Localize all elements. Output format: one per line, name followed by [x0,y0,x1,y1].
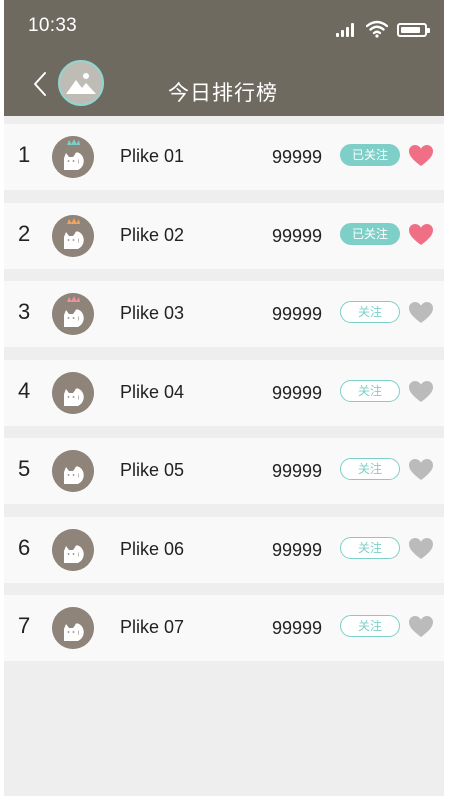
follow-button[interactable]: 关注 [340,458,400,480]
ranking-row[interactable]: 4 Plike 04 99999 关注 [4,359,444,426]
cat-avatar-icon [52,450,94,492]
user-avatar[interactable] [52,293,94,335]
cat-avatar-icon [52,214,94,257]
user-name: Plike 04 [120,381,185,402]
cat-avatar-icon [52,607,94,649]
rank-number: 3 [18,299,31,324]
user-avatar[interactable] [52,450,94,492]
ranking-row[interactable]: 5 Plike 05 99999 关注 [4,438,444,504]
status-time: 10:33 [28,15,78,36]
user-name: Plike 07 [120,617,185,637]
user-name: Plike 03 [120,303,185,323]
follow-button[interactable]: 关注 [340,536,400,559]
chevron-left-icon [34,72,46,96]
phone-screen: 10:33 今日排行榜 1 Plike 01 99999 已关注 2 Plike… [4,0,444,796]
follow-button[interactable]: 关注 [340,379,400,402]
user-avatar[interactable] [52,528,94,571]
heart-icon[interactable] [408,537,434,561]
rank-number: 4 [18,377,31,403]
wifi-icon [365,20,389,38]
ranking-row[interactable]: 6 Plike 06 99999 关注 [4,516,444,583]
user-score: 99999 [272,225,323,246]
user-score: 99999 [272,539,323,560]
user-name: Plike 05 [120,460,185,480]
user-avatar[interactable] [52,136,94,178]
user-score: 99999 [272,382,323,403]
rank-number: 6 [18,534,31,560]
heart-icon[interactable] [408,301,434,325]
battery-level [401,27,420,33]
follow-button[interactable]: 已关注 [340,144,400,166]
cat-avatar-icon [52,371,94,414]
user-avatar[interactable] [52,607,94,649]
rank-number: 2 [18,220,31,246]
rank-number: 7 [18,613,31,638]
heart-icon[interactable] [408,458,434,482]
ranking-row[interactable]: 7 Plike 07 99999 关注 [4,595,444,661]
user-avatar[interactable] [52,371,94,414]
user-score: 99999 [272,461,323,481]
back-button[interactable] [30,70,50,98]
follow-button[interactable]: 已关注 [340,222,400,245]
image-placeholder-icon [60,62,102,104]
cat-avatar-icon [52,136,94,178]
heart-icon[interactable] [408,380,434,404]
header-avatar[interactable] [58,60,104,106]
heart-icon[interactable] [408,615,434,639]
status-bar: 10:33 [4,0,444,50]
follow-button[interactable]: 关注 [340,301,400,323]
heart-icon[interactable] [408,223,434,247]
user-name: Plike 06 [120,538,185,559]
user-score: 99999 [272,618,323,638]
ranking-row[interactable]: 3 Plike 03 99999 关注 [4,281,444,347]
user-avatar[interactable] [52,214,94,257]
signal-icon [336,23,358,37]
heart-icon[interactable] [408,144,434,168]
rank-number: 1 [18,142,31,167]
cat-avatar-icon [52,528,94,571]
app-header: 10:33 今日排行榜 [4,0,444,116]
rank-number: 5 [18,456,31,481]
user-score: 99999 [272,304,323,324]
user-name: Plike 01 [120,146,185,166]
cat-avatar-icon [52,293,94,335]
ranking-row[interactable]: 1 Plike 01 99999 已关注 [4,124,444,190]
ranking-row[interactable]: 2 Plike 02 99999 已关注 [4,202,444,269]
battery-icon [397,23,430,37]
user-score: 99999 [272,147,323,167]
follow-button[interactable]: 关注 [340,615,400,637]
user-name: Plike 02 [120,224,185,245]
page-title: 今日排行榜 [168,82,278,105]
